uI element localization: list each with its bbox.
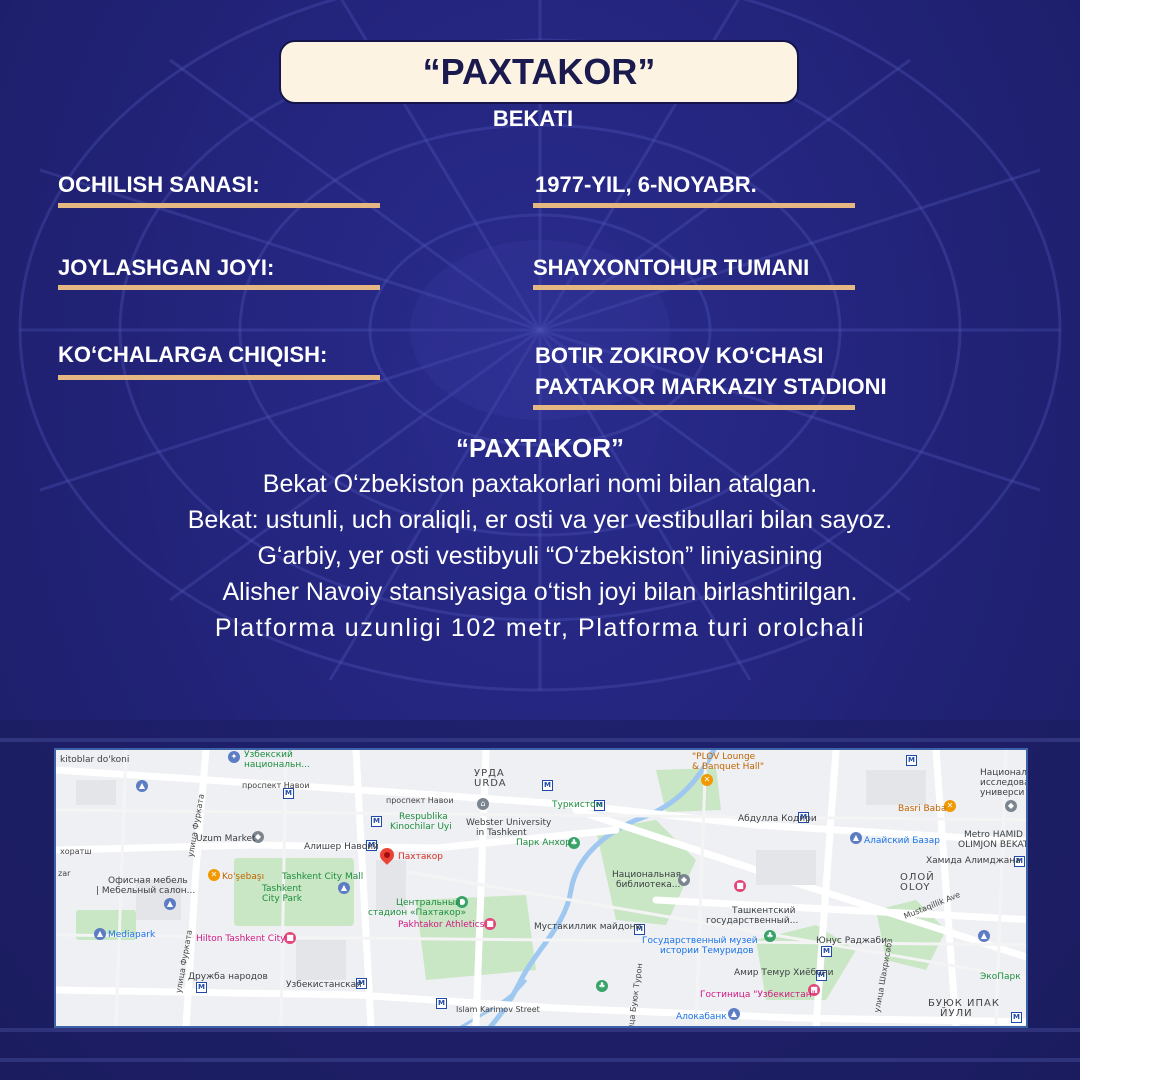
map-label-university-3: универси: [980, 788, 1025, 798]
map-label-metro: Узбекистанская: [286, 980, 362, 990]
map-label-city-park-2: City Park: [262, 894, 302, 904]
exits-label: KO‘CHALARGA CHIQISH:: [58, 342, 328, 367]
description-line-3: G‘arbiy, yer osti vestibyuli “O‘zbekisto…: [257, 542, 823, 570]
map-label-hotel: Гостиница "Узбекистан": [700, 990, 816, 1000]
cafe-icon[interactable]: ✕: [208, 869, 220, 881]
metro-station-icon[interactable]: M: [371, 816, 382, 827]
map-label-road: проспект Навои: [386, 796, 454, 805]
map-label-metro: Абдулла Кодири: [738, 814, 817, 824]
opening-date-label-underline: [58, 203, 380, 208]
electronics-icon[interactable]: ▲: [94, 928, 106, 940]
map-label-metro: Алишер Навоий: [304, 842, 379, 852]
exits-value-line-1: BOTIR ZOKIROV KO‘CHASI: [535, 343, 824, 368]
map-label-metro: Дружба народов: [188, 972, 268, 982]
map-label-basri-baba: Basri Baba: [898, 804, 947, 814]
map-label-road: Islam Karimov Street: [456, 1005, 540, 1014]
description-line-2: Bekat: ustunli, uch oraliqli, er osti va…: [187, 506, 893, 534]
university-icon[interactable]: ⌂: [477, 798, 489, 810]
location-label-underline: [58, 285, 380, 290]
map-label-tcm: Tashkent City Mall: [282, 872, 364, 882]
station-info-panel: “PAXTAKOR” BEKATI OCHILISH SANASI: 1977-…: [0, 0, 1080, 1080]
map-label-park: Парк Анхор: [516, 838, 571, 848]
map-label-plov-2: & Banquet Hall": [692, 762, 765, 772]
university-icon[interactable]: ◆: [1005, 800, 1017, 812]
station-subtitle: BEKATI: [492, 106, 574, 131]
map-label-athletics: Pakhtakor Athletics: [398, 920, 485, 930]
map-label-road: хоратш: [60, 847, 92, 856]
exits-label-underline: [58, 375, 380, 380]
map-label-furniture-2: | Мебельный салон...: [96, 886, 196, 896]
museum-icon[interactable]: ♣: [764, 930, 776, 942]
location-value: SHAYXONTOHUR TUMANI: [533, 255, 810, 280]
furniture-icon[interactable]: ▲: [164, 898, 176, 910]
restaurant-icon[interactable]: ✕: [701, 774, 713, 786]
location-value-underline: [533, 285, 855, 290]
map-label-road: zar: [58, 869, 71, 878]
metro-station-icon[interactable]: M: [821, 946, 832, 957]
map-label-hilton: Hilton Tashkent City: [196, 934, 286, 944]
map-label-mediapark: Mediapark: [108, 930, 156, 940]
map-label-tash-gos-2: государственный...: [706, 916, 799, 926]
map-label-bank: Алокабанк: [676, 1012, 727, 1022]
hotel-icon[interactable]: ■: [284, 932, 296, 944]
map-label-kosebasi: Ko'şebaşı: [222, 872, 265, 882]
museum-icon[interactable]: ✦: [228, 751, 240, 763]
metro-station-icon[interactable]: M: [196, 982, 207, 993]
location-label: JOYLASHGAN JOYI:: [58, 255, 275, 280]
map-label-metro: Амир Темур Хиёбони: [734, 968, 834, 978]
metro-station-icon[interactable]: M: [1011, 1012, 1022, 1023]
description-line-4: Alisher Navoiy stansiyasiga o‘tish joyi …: [222, 578, 858, 606]
map-label-alay: Алайский Базар: [864, 836, 940, 846]
opening-date-label: OCHILISH SANASI:: [58, 172, 260, 197]
market-icon[interactable]: ▲: [850, 832, 862, 844]
hotel-icon[interactable]: ■: [734, 880, 746, 892]
park-icon[interactable]: ♣: [596, 980, 608, 992]
exits-value-underline: [533, 405, 855, 410]
metro-station-icon[interactable]: M: [542, 780, 553, 791]
opening-date-value-underline: [533, 203, 855, 208]
map-label-stadium-2: стадион «Пахтакор»: [368, 908, 467, 918]
station-description: “PAXTAKOR” Bekat O‘zbekiston paxtakorlar…: [60, 430, 1020, 646]
bank-icon[interactable]: ▲: [728, 1008, 740, 1020]
exits-value-line-2: PAXTAKOR MARKAZIY STADIONI: [535, 374, 887, 399]
map-label-district-2: URDA: [474, 778, 507, 789]
map-label-metro: Юнус Раджаби: [816, 936, 887, 946]
map-label-respublika-2: Kinochilar Uyi: [390, 822, 452, 832]
map-label-metro-hamid-2: OLIMJON BEKATI: [958, 840, 1028, 850]
metro-station-icon[interactable]: M: [906, 755, 917, 766]
map-label-district-2: ЙУЛИ: [940, 1008, 973, 1019]
shop-icon[interactable]: ▲: [978, 930, 990, 942]
shop-icon[interactable]: ▲: [136, 780, 148, 792]
map-label-uzum: Uzum Market: [196, 834, 256, 844]
map-label-turkiston: Туркистон: [552, 800, 602, 810]
description-title: “PAXTAKOR”: [455, 433, 625, 463]
map-label-ekopark: ЭкоПарк: [980, 972, 1021, 982]
map-label-metro: Хамида Алимджана: [926, 856, 1021, 866]
map-label-kitoblar: kitoblar do'koni: [60, 755, 130, 765]
map-label-metro: Мустакиллик майдони: [534, 922, 642, 932]
athletics-icon[interactable]: ■: [484, 918, 496, 930]
description-line-5: Platforma uzunligi 102 metr, Platforma t…: [214, 614, 866, 642]
mall-icon[interactable]: ▲: [338, 882, 350, 894]
opening-date-value: 1977-YIL, 6-NOYABR.: [535, 172, 757, 197]
location-map[interactable]: ✦ ⌂ ✕ ♣ ◆ ✕ ▲ ● ■ ■ ▲ ▲ ◆ ■ ♣ ◆ ✕ ▲ ▲ ■ …: [54, 748, 1028, 1028]
station-title: “PAXTAKOR”: [422, 51, 656, 92]
description-line-1: Bekat O‘zbekiston paxtakorlari nomi bila…: [262, 470, 818, 498]
map-label-road: проспект Навои: [242, 781, 310, 790]
map-label-library-2: библиотека...: [616, 880, 681, 890]
map-label-district-2: OLOY: [900, 882, 931, 893]
map-label-uzb-museum-2: национальн...: [244, 760, 310, 770]
metro-station-icon[interactable]: M: [436, 998, 447, 1009]
station-title-box: “PAXTAKOR”: [279, 40, 799, 104]
map-label-paxtakor: Пахтакор: [398, 852, 444, 862]
map-label-museum-2: истории Темуридов: [660, 946, 754, 956]
exits-value: BOTIR ZOKIROV KO‘CHASI PAXTAKOR MARKAZIY…: [535, 340, 887, 402]
